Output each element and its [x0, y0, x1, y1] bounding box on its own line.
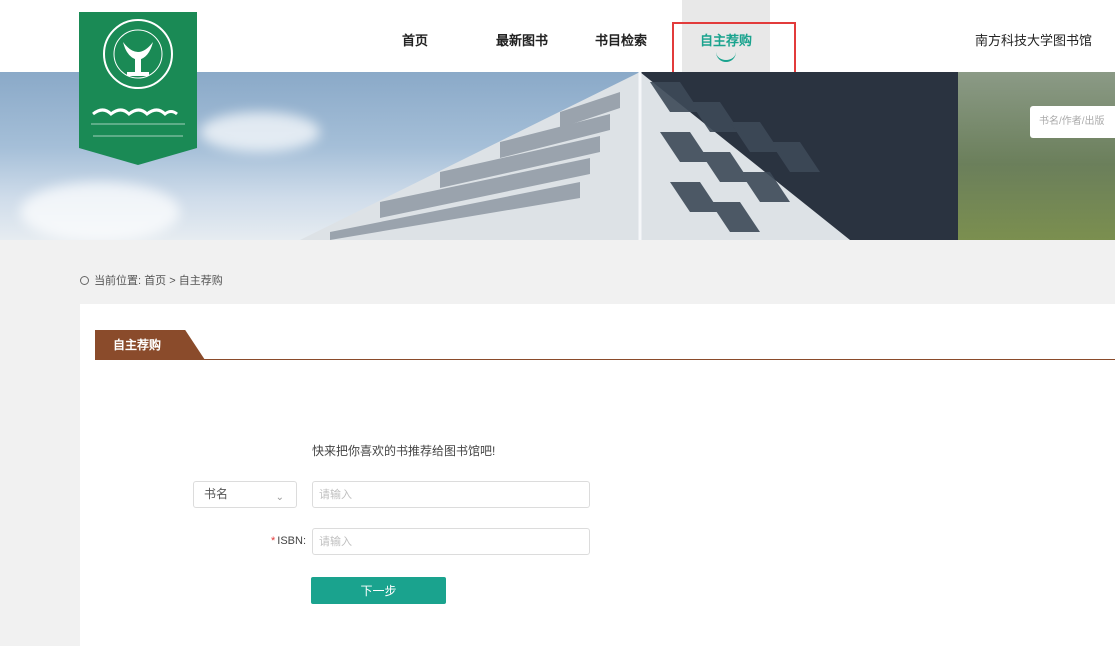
title-input[interactable]	[312, 481, 590, 508]
library-name[interactable]: 南方科技大学图书馆	[975, 0, 1092, 82]
nav-home[interactable]: 首页	[390, 0, 440, 72]
isbn-input[interactable]	[312, 528, 590, 555]
nav-self-recommend[interactable]: 自主荐购	[682, 0, 770, 72]
tab-self-recommend[interactable]: 自主荐购	[95, 330, 205, 360]
intro-text: 快来把你喜欢的书推荐给图书馆吧!	[312, 444, 496, 458]
breadcrumb-home-link[interactable]: 首页	[144, 275, 166, 287]
breadcrumb-current: 自主荐购	[178, 275, 223, 287]
university-logo[interactable]	[79, 12, 197, 165]
isbn-label: * ISBN:	[240, 535, 306, 547]
location-icon	[80, 276, 89, 285]
nav-latest-books[interactable]: 最新图书	[482, 0, 562, 72]
required-mark: *	[270, 535, 276, 547]
search-field-select-value: 书名	[204, 487, 229, 501]
chevron-down-icon: ⌄	[275, 492, 284, 503]
isbn-label-text: ISBN:	[277, 535, 306, 547]
nav-self-recommend-label: 自主荐购	[699, 33, 752, 48]
banner-search-input[interactable]: 书名/作者/出版	[1030, 106, 1115, 138]
breadcrumb-prefix: 当前位置:	[94, 275, 142, 287]
nav-catalog-search[interactable]: 书目检索	[586, 0, 656, 72]
banner-garden-photo	[958, 72, 1115, 240]
breadcrumb: 当前位置: 首页 > 自主荐购	[80, 272, 223, 288]
breadcrumb-separator: >	[169, 275, 176, 287]
tab-divider	[95, 359, 1115, 360]
smile-underline-icon	[716, 52, 736, 62]
recommend-panel: 自主荐购 快来把你喜欢的书推荐给图书馆吧! 书名 ⌄ *ISBN: 下一步	[80, 304, 1115, 646]
next-button[interactable]: 下一步	[311, 577, 446, 604]
search-field-select[interactable]: 书名 ⌄	[193, 481, 297, 508]
